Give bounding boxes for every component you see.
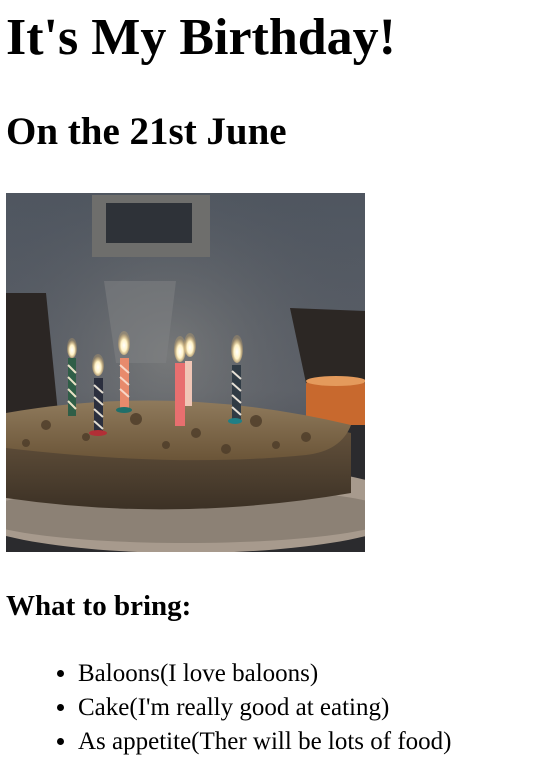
- page-subtitle: On the 21st June: [6, 110, 287, 153]
- list-item: Baloons(I love baloons): [78, 657, 452, 691]
- page-title: It's My Birthday!: [6, 9, 396, 66]
- birthday-page: It's My Birthday! On the 21st June What …: [0, 0, 535, 757]
- bring-list: Baloons(I love baloons) Cake(I'm really …: [38, 657, 452, 757]
- birthday-cake-photo: [6, 193, 365, 552]
- list-item: Cake(I'm really good at eating): [78, 691, 452, 725]
- bring-heading: What to bring:: [6, 590, 192, 622]
- list-item: As appetite(Ther will be lots of food): [78, 725, 452, 757]
